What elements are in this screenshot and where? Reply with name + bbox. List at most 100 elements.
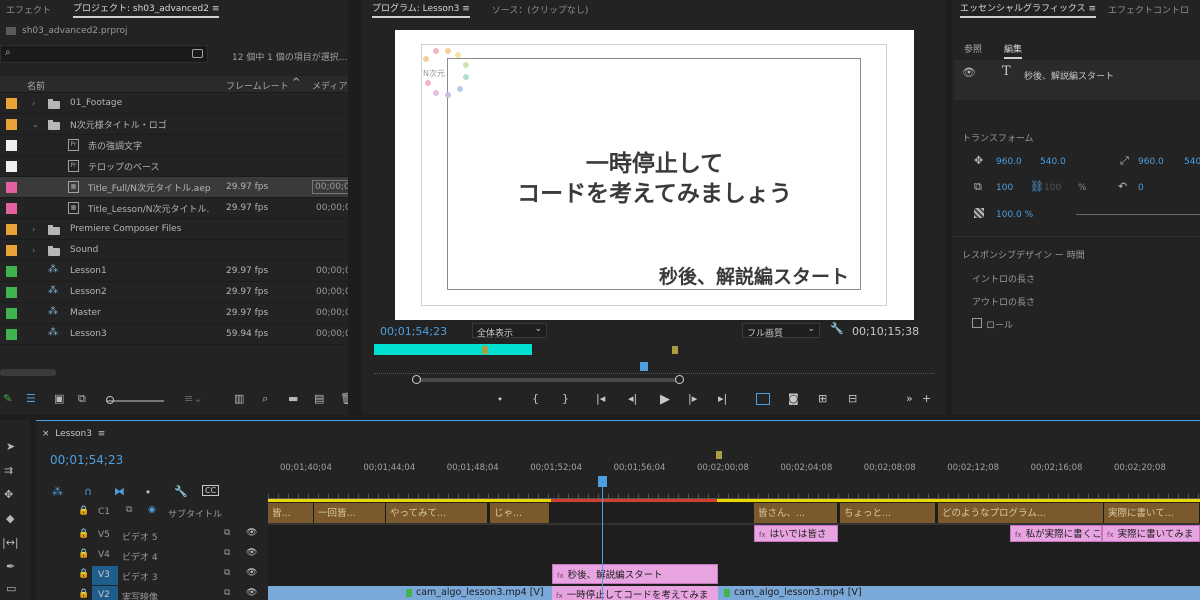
pos-x[interactable]: 960.0 — [996, 157, 1022, 167]
label-color-swatch[interactable] — [6, 139, 17, 151]
label-color-swatch[interactable] — [6, 202, 17, 214]
toggle-track-output-icon[interactable]: ⧉ — [126, 505, 132, 515]
pencil-icon[interactable]: ✎ — [3, 392, 12, 405]
lock-icon[interactable]: 🔒 — [78, 529, 89, 539]
rectangle-tool-icon[interactable]: ▭ — [6, 582, 16, 595]
layer-name[interactable]: 秒後、解説編スタート — [1024, 69, 1114, 82]
nest-icon[interactable]: ⁂ — [52, 485, 63, 498]
canvas-main-line2[interactable]: コードを考えてみましょう — [395, 174, 914, 208]
collapsed-arrow-icon[interactable]: › — [32, 246, 35, 255]
step-forward-icon[interactable]: |▸ — [688, 392, 697, 405]
label-color-swatch[interactable] — [6, 181, 17, 193]
roll-checkbox[interactable] — [972, 318, 982, 328]
pen-tool-icon[interactable]: ✒ — [6, 560, 15, 573]
selection-tool-icon[interactable]: ➤ — [6, 440, 15, 453]
collapsed-arrow-icon[interactable]: › — [32, 225, 35, 234]
label-color-swatch[interactable] — [6, 118, 17, 130]
caption-clip[interactable]: じゃ... — [490, 503, 550, 523]
scale-value-2[interactable]: 100 — [1044, 183, 1061, 193]
project-item-row[interactable]: ⌄ N次元様タイトル・ロゴ — [0, 114, 348, 135]
panel-menu-icon[interactable]: ≡ — [212, 4, 220, 14]
marker-icon[interactable] — [672, 346, 678, 354]
captions-icon[interactable]: CC — [202, 485, 220, 496]
v5-title-clip[interactable]: fx はいでは皆さ — [754, 525, 838, 542]
track-target-name[interactable]: V3 — [92, 566, 118, 585]
toggle-sync-lock-icon[interactable]: ⧉ — [224, 548, 230, 558]
program-canvas[interactable]: N次元 一時停止して コードを考えてみましょう 秒後、解説編スタート — [395, 30, 914, 320]
timeline-ruler[interactable] — [268, 477, 1200, 499]
project-item-row[interactable]: Pr 赤の強調文字 — [0, 135, 348, 156]
new-item-icon[interactable]: ▤ — [314, 392, 324, 405]
label-color-swatch[interactable] — [6, 97, 17, 109]
monitor-scroll-handle-right[interactable] — [675, 375, 684, 384]
expanded-arrow-icon[interactable]: ⌄ — [32, 120, 39, 129]
toggle-sync-lock-icon[interactable]: ⧉ — [224, 568, 230, 578]
caption-clip[interactable]: やってみて... — [386, 503, 488, 523]
tab-effects[interactable]: エフェクト — [6, 3, 51, 16]
eye-icon[interactable]: 👁 — [246, 588, 257, 598]
timeline-menu-icon[interactable]: ≡ — [98, 429, 106, 439]
opacity-slider[interactable] — [1076, 214, 1200, 215]
project-item-row[interactable]: ⁂ Lesson2 29.97 fps 00;00;0 — [0, 282, 348, 303]
fit-select[interactable]: 全体表示 ⌄ — [472, 323, 547, 339]
project-item-row[interactable]: ▦ Title_Full/N次元タイトル.aep 29.97 fps 00;00;0 — [0, 177, 348, 198]
canvas-sub-text[interactable]: 秒後、解説編スタート — [659, 262, 849, 289]
monitor-ruler[interactable] — [374, 364, 934, 374]
timeline-tab[interactable]: × Lesson3 ≡ — [42, 429, 105, 439]
sort-icon[interactable]: ≡⌄ — [184, 392, 202, 405]
monitor-scroll-handle-left[interactable] — [412, 375, 421, 384]
label-color-swatch[interactable] — [6, 328, 17, 340]
anchor-x[interactable]: 960.0 — [1138, 157, 1164, 167]
button-editor-icon[interactable]: + — [922, 392, 931, 405]
mark-out-icon[interactable]: } — [562, 392, 569, 405]
slip-tool-icon[interactable]: |↔| — [2, 536, 19, 549]
mark-in-icon[interactable]: { — [532, 392, 539, 405]
scale-value[interactable]: 100 — [996, 183, 1013, 193]
toggle-sync-lock-icon[interactable]: ⧉ — [224, 528, 230, 538]
col-framerate-header[interactable]: フレームレート — [226, 79, 289, 92]
new-bin-icon[interactable]: ▬ — [288, 392, 298, 405]
project-item-row[interactable]: ⁂ Master 29.97 fps 00;00;0 — [0, 303, 348, 324]
lock-icon[interactable]: 🔒 — [78, 549, 89, 559]
v3-title-clip[interactable]: fx 秒後、解説編スタート — [552, 564, 718, 584]
program-current-tc[interactable]: 00;01;54;23 — [380, 325, 447, 338]
find-icon[interactable]: ⌕ — [262, 392, 268, 406]
new-bin-from-search-icon[interactable] — [192, 49, 203, 58]
caption-clip[interactable]: 一回皆... — [314, 503, 386, 523]
lift-icon[interactable]: ⊞ — [818, 392, 827, 405]
label-color-swatch[interactable] — [6, 244, 17, 256]
eye-off-icon[interactable]: ◉ — [148, 505, 156, 515]
inout-range-bar[interactable] — [374, 344, 532, 355]
trash-icon[interactable]: 🗑 — [340, 392, 348, 405]
pos-y[interactable]: 540.0 — [1040, 157, 1066, 167]
canvas-main-line1[interactable]: 一時停止して — [395, 144, 914, 178]
lock-icon[interactable]: 🔒 — [78, 589, 89, 599]
linked-selection-icon[interactable]: ⧓ — [114, 485, 125, 498]
project-item-row[interactable]: › Premiere Composer Files — [0, 219, 348, 240]
step-back-icon[interactable]: ◂| — [628, 392, 637, 405]
extract-icon[interactable]: ⊟ — [848, 392, 857, 405]
tab-browse[interactable]: 参照 — [964, 42, 982, 55]
label-color-swatch[interactable] — [6, 286, 17, 298]
tab-effect-controls[interactable]: エフェクトコントロ — [1108, 3, 1189, 16]
monitor-menu-icon[interactable]: ≡ — [462, 4, 470, 14]
camera-icon[interactable]: ◙ — [788, 392, 799, 405]
freeform-view-icon[interactable]: ⧉ — [78, 392, 86, 406]
tab-project[interactable]: プロジェクト: sh03_advanced2 ≡ — [73, 1, 220, 18]
project-item-row[interactable]: ▦ Title_Lesson/N次元タイトル. 29.97 fps 00;00;0 — [0, 198, 348, 219]
list-view-icon[interactable]: ☰ — [26, 392, 36, 405]
label-color-swatch[interactable] — [6, 223, 17, 235]
eye-icon[interactable]: 👁 — [246, 548, 257, 558]
safe-margins-icon[interactable] — [756, 393, 770, 405]
lock-icon[interactable]: 🔒 — [78, 506, 89, 516]
add-marker-icon[interactable]: ⬩ — [146, 485, 150, 499]
caption-clip[interactable]: 実際に書いて... — [1104, 503, 1200, 523]
monitor-scrollbar[interactable] — [416, 378, 680, 382]
monitor-playhead[interactable] — [640, 362, 648, 371]
zoom-slider[interactable] — [106, 400, 164, 402]
close-icon[interactable]: × — [42, 429, 50, 439]
v5-title-clip[interactable]: fx 実際に書いてみま — [1102, 525, 1200, 542]
project-item-row[interactable]: Pr テロップのベース — [0, 156, 348, 177]
project-item-row[interactable]: › Sound — [0, 240, 348, 261]
lock-icon[interactable]: 🔒 — [78, 569, 89, 579]
